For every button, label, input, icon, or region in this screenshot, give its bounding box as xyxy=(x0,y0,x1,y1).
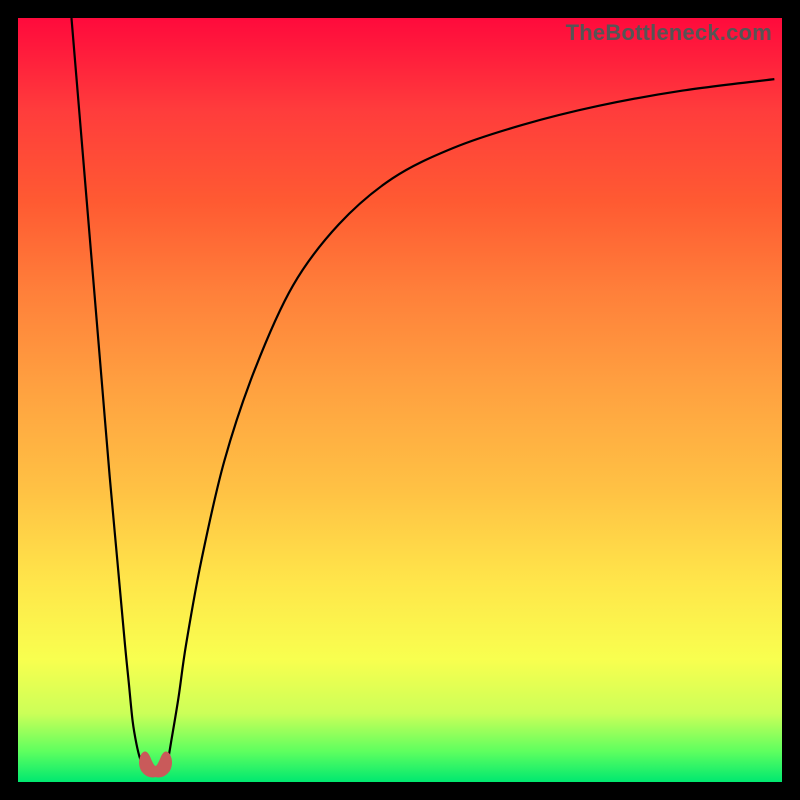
curve-right-branch xyxy=(167,79,774,767)
curve-left-branch xyxy=(71,18,144,767)
chart-svg xyxy=(18,18,782,782)
optimal-marker xyxy=(140,752,172,777)
chart-area: TheBottleneck.com xyxy=(18,18,782,782)
